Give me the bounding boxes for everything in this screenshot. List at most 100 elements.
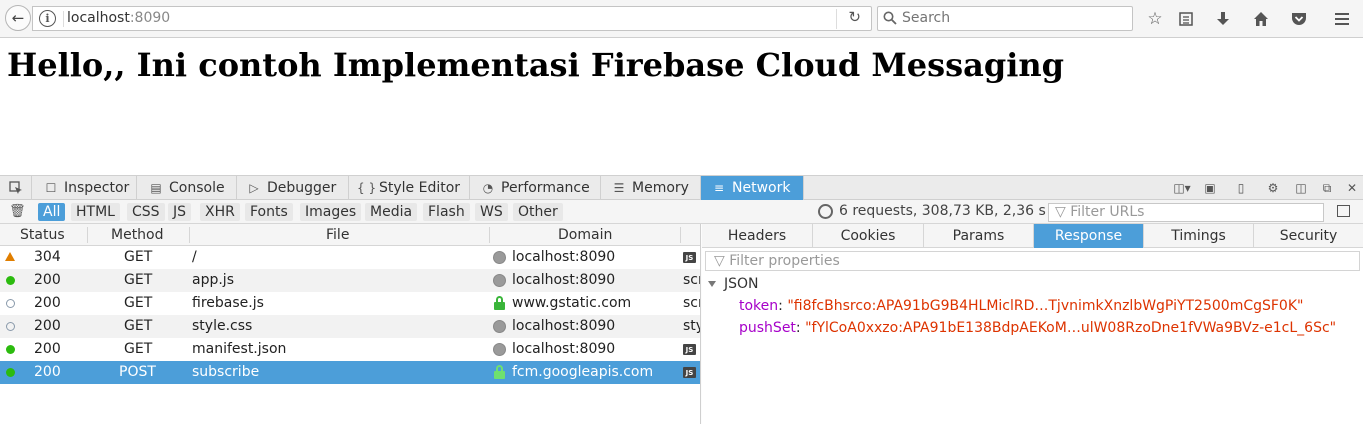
- settings-gear-icon[interactable]: ⚙: [1264, 180, 1282, 196]
- tab-timings[interactable]: Timings: [1144, 224, 1254, 248]
- bookmark-star-icon[interactable]: ☆: [1144, 8, 1166, 30]
- chevron-down-icon: [708, 281, 716, 287]
- tab-label: Console: [169, 180, 225, 196]
- column-method[interactable]: Method: [111, 227, 164, 243]
- undock-window-icon[interactable]: ⧉: [1318, 180, 1336, 196]
- home-icon[interactable]: [1250, 8, 1272, 30]
- status-code: 200: [34, 295, 61, 311]
- globe-icon: [493, 274, 506, 287]
- column-separator: [189, 227, 190, 243]
- table-row[interactable]: 200 GET app.js localhost:8090 scr: [0, 269, 700, 292]
- table-row[interactable]: 200 GET firebase.js www.gstatic.com scr: [0, 292, 700, 315]
- request-method: GET: [124, 272, 153, 288]
- tab-debugger[interactable]: ▷ Debugger: [237, 176, 349, 200]
- request-method: GET: [124, 249, 153, 265]
- filter-ws-button[interactable]: WS: [475, 203, 508, 221]
- json-value: "fYlCoA0xxzo:APA91bE138BdpAEKoM…ulW08Rzo…: [805, 320, 1337, 336]
- status-code: 200: [34, 364, 61, 380]
- globe-icon: [493, 343, 506, 356]
- network-summary[interactable]: 6 requests, 308,73 KB, 2,36 s: [818, 203, 1046, 219]
- reload-icon[interactable]: ↻: [848, 8, 861, 26]
- search-input[interactable]: [902, 10, 1122, 26]
- filter-fonts-button[interactable]: Fonts: [245, 203, 293, 221]
- tab-style-editor[interactable]: { } Style Editor: [349, 176, 470, 200]
- filter-html-button[interactable]: HTML: [71, 203, 120, 221]
- tab-security[interactable]: Security: [1254, 224, 1363, 248]
- request-cause: scr: [683, 295, 700, 311]
- tab-label: Style Editor: [379, 180, 461, 196]
- close-icon[interactable]: ✕: [1343, 180, 1361, 196]
- request-domain: localhost:8090: [512, 341, 616, 357]
- json-section-title: JSON: [724, 276, 759, 292]
- tab-params[interactable]: Params: [924, 224, 1034, 248]
- filter-urls-input[interactable]: ▽ Filter URLs: [1048, 203, 1324, 222]
- tab-performance[interactable]: ◔ Performance: [470, 176, 601, 200]
- url-bar[interactable]: i localhost:8090 ↻: [32, 6, 872, 31]
- details-tabs: Headers Cookies Params Response Timings …: [702, 224, 1363, 248]
- tab-inspector[interactable]: ☐ Inspector: [32, 176, 137, 200]
- filter-js-button[interactable]: JS: [168, 203, 192, 221]
- back-button[interactable]: ←: [5, 5, 31, 31]
- filter-xhr-button[interactable]: XHR: [200, 203, 240, 221]
- table-row[interactable]: 200 GET manifest.json localhost:8090 JS: [0, 338, 700, 361]
- filter-css-button[interactable]: CSS: [127, 203, 165, 221]
- tab-response[interactable]: Response: [1034, 224, 1144, 248]
- request-table-header: Status Method File Domain: [0, 224, 700, 246]
- column-separator: [680, 227, 681, 243]
- tab-memory[interactable]: ☰ Memory: [601, 176, 701, 200]
- scratchpad-icon[interactable]: ▣: [1201, 180, 1219, 196]
- toggle-split-console-icon[interactable]: ◫▾: [1170, 180, 1194, 196]
- table-row[interactable]: 200 GET style.css localhost:8090 sty: [0, 315, 700, 338]
- json-property-row[interactable]: pushSet: "fYlCoA0xxzo:APA91bE138BdpAEKoM…: [739, 320, 1336, 336]
- request-method: GET: [124, 318, 153, 334]
- tab-cookies[interactable]: Cookies: [813, 224, 924, 248]
- info-icon[interactable]: i: [39, 10, 56, 27]
- url-host: localhost: [67, 10, 130, 26]
- table-row[interactable]: 304 GET / localhost:8090 JS: [0, 246, 700, 269]
- filter-other-button[interactable]: Other: [513, 203, 563, 221]
- download-icon[interactable]: [1212, 8, 1234, 30]
- hamburger-menu-icon[interactable]: [1331, 8, 1353, 30]
- filter-properties-input[interactable]: ▽ Filter properties: [705, 251, 1360, 271]
- column-status[interactable]: Status: [20, 227, 65, 243]
- url-text[interactable]: localhost:8090: [67, 10, 170, 26]
- status-cached-icon: [6, 322, 15, 331]
- table-row-selected[interactable]: 200 POST subscribe fcm.googleapis.com JS: [0, 361, 700, 384]
- tab-label: Debugger: [267, 180, 337, 196]
- trash-icon[interactable]: 🗑︎: [9, 204, 26, 219]
- globe-icon: [493, 320, 506, 333]
- json-property-row[interactable]: token: "fi8fcBhsrco:APA91bG9B4HLMiclRD…T…: [739, 298, 1303, 314]
- pocket-icon[interactable]: [1288, 8, 1310, 30]
- console-icon: ▤: [150, 181, 162, 195]
- column-file[interactable]: File: [326, 227, 349, 243]
- request-file: firebase.js: [192, 295, 264, 311]
- url-port: :8090: [129, 10, 171, 26]
- column-separator: [489, 227, 490, 243]
- tab-network[interactable]: ≡ Network: [701, 176, 804, 200]
- search-bar[interactable]: [877, 6, 1133, 31]
- reading-list-icon[interactable]: [1175, 8, 1197, 30]
- url-divider: [836, 9, 837, 29]
- performance-analysis-icon: [818, 203, 833, 219]
- toggle-sidebar-icon[interactable]: [1337, 205, 1350, 217]
- column-domain[interactable]: Domain: [558, 227, 612, 243]
- filter-all-button[interactable]: All: [38, 203, 66, 221]
- filter-media-button[interactable]: Media: [365, 203, 418, 221]
- request-method: POST: [119, 364, 156, 380]
- filter-flash-button[interactable]: Flash: [423, 203, 470, 221]
- status-code: 200: [34, 272, 61, 288]
- column-separator: [87, 227, 88, 243]
- pick-element-button[interactable]: [0, 176, 32, 200]
- filter-images-button[interactable]: Images: [300, 203, 362, 221]
- filter-properties-placeholder: Filter properties: [729, 253, 840, 269]
- json-section-toggle[interactable]: JSON: [708, 276, 759, 292]
- tab-headers[interactable]: Headers: [702, 224, 813, 248]
- dock-side-icon[interactable]: ◫: [1292, 180, 1310, 196]
- request-details-pane: Headers Cookies Params Response Timings …: [702, 224, 1363, 424]
- network-filter-bar: 🗑︎ All HTML CSS JS XHR Fonts Images Medi…: [0, 200, 1363, 224]
- devtools-toolbar: ☐ Inspector ▤ Console ▷ Debugger { } Style E…: [0, 176, 1363, 200]
- search-icon: [883, 11, 897, 25]
- request-domain: fcm.googleapis.com: [512, 364, 654, 380]
- responsive-design-icon[interactable]: ▯: [1232, 180, 1250, 196]
- tab-console[interactable]: ▤ Console: [137, 176, 237, 200]
